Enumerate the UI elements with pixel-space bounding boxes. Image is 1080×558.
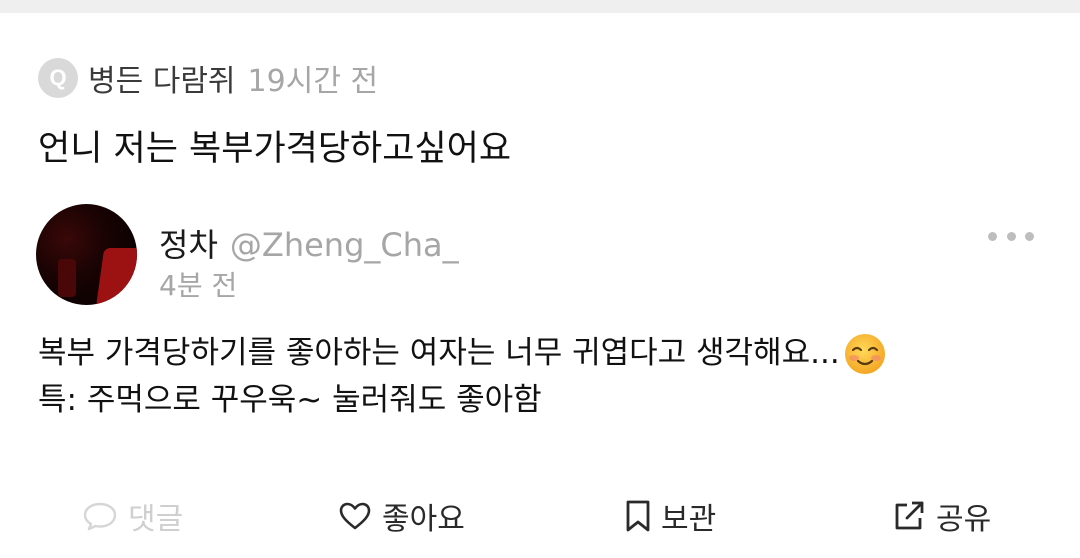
- avatar[interactable]: [36, 204, 137, 305]
- avatar-image-detail: [58, 259, 76, 297]
- action-bar: 댓글 좋아요 보관 공유: [0, 494, 1080, 538]
- question-text: 언니 저는 복부가격당하고싶어요: [38, 129, 512, 169]
- share-external-icon: [895, 501, 924, 530]
- share-label: 공유: [936, 502, 992, 537]
- bookmark-icon: [626, 500, 650, 532]
- asked-time: 19시간 전: [247, 64, 379, 99]
- like-label: 좋아요: [382, 502, 465, 537]
- comment-button[interactable]: 댓글: [82, 494, 183, 538]
- more-dot-icon: [988, 231, 997, 241]
- answer-body: 복부 가격당하기를 좋아하는 여자는 너무 귀엽다고 생각해요... 특: 주먹…: [38, 330, 1048, 424]
- question-badge-icon: Q: [38, 58, 78, 98]
- top-divider-bar: [0, 0, 1080, 13]
- blushing-smile-emoji-icon: [844, 333, 885, 374]
- author-line: 정차 @Zheng_Cha_: [159, 220, 459, 266]
- comment-bubble-icon: [83, 502, 117, 531]
- like-button[interactable]: 좋아요: [338, 494, 465, 538]
- avatar-image-detail: [95, 248, 137, 305]
- question-meta: Q 병든 다람쥐 19시간 전: [38, 56, 378, 100]
- save-label: 보관: [661, 502, 717, 537]
- more-dot-icon: [1006, 231, 1016, 241]
- comment-label: 댓글: [128, 502, 184, 537]
- more-options-button[interactable]: [988, 224, 1034, 248]
- share-button[interactable]: 공유: [892, 494, 991, 538]
- save-button[interactable]: 보관: [625, 494, 716, 538]
- answer-line-text: 특: 주먹으로 꾸우욱~ 눌러줘도 좋아함: [38, 382, 542, 418]
- asker-name[interactable]: 병든 다람쥐: [88, 56, 236, 100]
- answer-line: 복부 가격당하기를 좋아하는 여자는 너무 귀엽다고 생각해요...: [38, 330, 1048, 377]
- author-name[interactable]: 정차: [159, 220, 218, 266]
- author-handle[interactable]: @Zheng_Cha_: [230, 226, 459, 264]
- more-dot-icon: [1025, 231, 1034, 241]
- answer-line-text: 복부 가격당하기를 좋아하는 여자는 너무 귀엽다고 생각해요...: [38, 335, 840, 371]
- post-time: 4분 전: [159, 269, 238, 302]
- answer-line: 특: 주먹으로 꾸우욱~ 눌러줘도 좋아함: [38, 377, 1048, 424]
- heart-icon: [339, 502, 371, 530]
